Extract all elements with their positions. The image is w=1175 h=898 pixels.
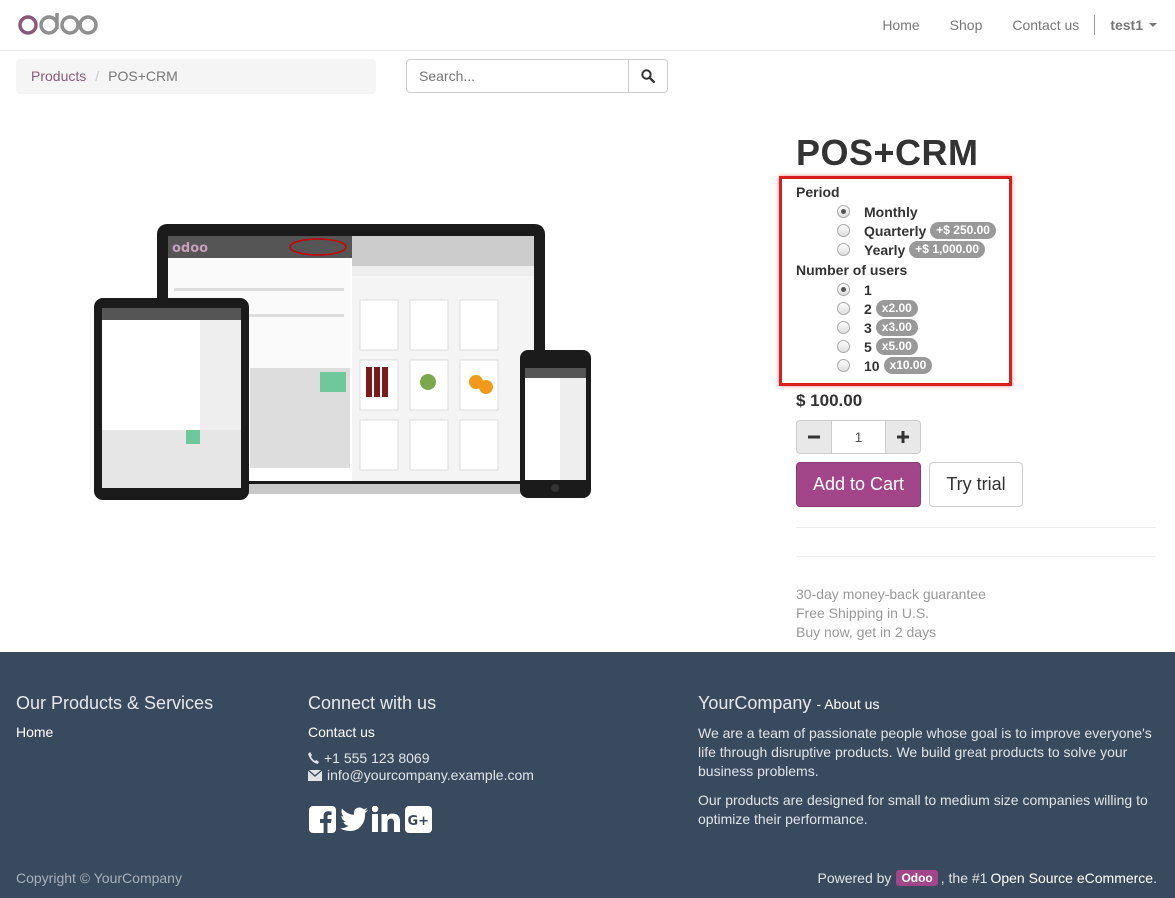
powered-prefix: Powered by xyxy=(817,870,892,886)
footer-connect-column: Connect with us Contact us +1 555 123 80… xyxy=(308,693,534,833)
product-image: odoo xyxy=(94,224,591,500)
users-option-5[interactable]: 5 x5.00 xyxy=(837,337,918,356)
quantity-stepper: 1 xyxy=(796,420,921,454)
nav-home[interactable]: Home xyxy=(882,17,919,33)
footer-phone: +1 555 123 8069 xyxy=(308,750,534,766)
period-option-label: Yearly xyxy=(864,241,906,258)
open-source-ecommerce-link[interactable]: Open Source eCommerce xyxy=(990,870,1153,886)
users-option-label: 1 xyxy=(864,281,872,298)
odoo-logo[interactable] xyxy=(18,10,98,40)
users-option-label: 10 xyxy=(864,357,880,374)
caret-down-icon xyxy=(1149,23,1157,27)
users-option-3[interactable]: 3 x3.00 xyxy=(837,318,918,337)
footer-products-title: Our Products & Services xyxy=(16,693,214,713)
product-price: $ 100.00 xyxy=(796,391,863,410)
radio-yearly[interactable] xyxy=(837,243,850,256)
facebook-icon[interactable] xyxy=(308,805,336,833)
guarantee-item: Free Shipping in U.S. xyxy=(796,605,930,621)
footer-products-column: Our Products & Services Home xyxy=(16,693,213,748)
multiplier-badge: x2.00 xyxy=(875,300,918,317)
user-name: test1 xyxy=(1110,17,1143,33)
footer-about-text: We are a team of passionate people whose… xyxy=(698,725,1152,779)
search-input[interactable] xyxy=(406,59,629,93)
footer-contact-link[interactable]: Contact us xyxy=(308,724,534,740)
footer-email-text: info@yourcompany.example.com xyxy=(327,767,534,783)
powered-suffix: . xyxy=(1153,870,1157,886)
user-menu[interactable]: test1 xyxy=(1110,17,1157,33)
nav-contact-us[interactable]: Contact us xyxy=(1012,17,1079,33)
users-option-2[interactable]: 2 x2.00 xyxy=(837,299,918,318)
divider xyxy=(796,556,1156,557)
product-title: POS+CRM xyxy=(796,132,979,173)
multiplier-badge: x5.00 xyxy=(875,338,918,355)
google-plus-icon[interactable]: G+ xyxy=(404,805,432,833)
multiplier-badge: x3.00 xyxy=(875,319,918,336)
svg-text:odoo: odoo xyxy=(172,241,208,256)
copyright: Copyright © YourCompany xyxy=(16,870,182,886)
multiplier-badge: x10.00 xyxy=(883,357,933,374)
plus-icon xyxy=(897,431,909,443)
footer-company-name: YourCompany xyxy=(698,693,812,713)
users-option-10[interactable]: 10 x10.00 xyxy=(837,356,933,375)
odoo-badge[interactable]: Odoo xyxy=(896,870,938,886)
breadcrumb-products-link[interactable]: Products xyxy=(31,68,86,85)
social-links: G+ xyxy=(308,805,534,833)
footer-company-column: YourCompany - About us We are a team of … xyxy=(698,693,1160,829)
quantity-increase-button[interactable] xyxy=(885,420,921,454)
radio-users-2[interactable] xyxy=(837,302,850,315)
breadcrumb-separator: / xyxy=(95,68,100,84)
footer: Our Products & Services Home Connect wit… xyxy=(0,652,1175,898)
guarantee-item: Buy now, get in 2 days xyxy=(796,624,937,640)
divider xyxy=(796,527,1156,528)
period-label: Period xyxy=(796,184,840,200)
users-option-1[interactable]: 1 xyxy=(837,280,872,299)
breadcrumb: Products / POS+CRM xyxy=(16,59,376,94)
footer-company-title: YourCompany - About us xyxy=(698,693,880,713)
powered-middle: , the #1 xyxy=(940,870,988,886)
users-label: Number of users xyxy=(796,262,908,278)
radio-users-5[interactable] xyxy=(837,340,850,353)
guarantee-list: 30-day money-back guarantee Free Shippin… xyxy=(796,585,986,642)
search-icon xyxy=(641,69,655,83)
period-option-yearly[interactable]: Yearly +$ 1,000.00 xyxy=(837,240,985,259)
period-option-quarterly[interactable]: Quarterly +$ 250.00 xyxy=(837,221,996,240)
price-extra-badge: +$ 1,000.00 xyxy=(909,241,985,258)
minus-icon xyxy=(808,435,820,439)
search-form xyxy=(406,59,668,93)
users-option-label: 3 xyxy=(864,319,872,336)
quantity-decrease-button[interactable] xyxy=(796,420,832,454)
phone-icon xyxy=(308,752,319,764)
envelope-icon xyxy=(308,769,322,781)
footer-about-text-2: Our products are designed for small to m… xyxy=(698,792,1148,827)
radio-monthly[interactable] xyxy=(837,205,850,218)
period-option-label: Quarterly xyxy=(864,222,927,239)
radio-users-3[interactable] xyxy=(837,321,850,334)
users-option-label: 2 xyxy=(864,300,872,317)
footer-about-link[interactable]: About us xyxy=(824,696,879,712)
quantity-input[interactable]: 1 xyxy=(832,420,885,454)
price-extra-badge: +$ 250.00 xyxy=(930,222,996,239)
footer-email: info@yourcompany.example.com xyxy=(308,767,534,783)
period-option-monthly[interactable]: Monthly xyxy=(837,202,918,221)
nav-shop[interactable]: Shop xyxy=(950,17,983,33)
svg-text:G+: G+ xyxy=(407,814,429,829)
search-button[interactable] xyxy=(629,59,668,93)
add-to-cart-button[interactable]: Add to Cart xyxy=(796,462,921,507)
radio-users-1[interactable] xyxy=(837,283,850,296)
radio-users-10[interactable] xyxy=(837,359,850,372)
footer-phone-text: +1 555 123 8069 xyxy=(324,750,430,766)
nav-divider xyxy=(1094,15,1096,35)
period-option-label: Monthly xyxy=(864,203,918,220)
try-trial-button[interactable]: Try trial xyxy=(929,462,1023,507)
breadcrumb-current: POS+CRM xyxy=(108,68,178,84)
linkedin-icon[interactable] xyxy=(372,805,400,833)
users-option-label: 5 xyxy=(864,338,872,355)
powered-by: Powered by Odoo , the #1 Open Source eCo… xyxy=(817,870,1157,886)
footer-home-link[interactable]: Home xyxy=(16,724,213,740)
navbar: Home Shop Contact us test1 xyxy=(0,0,1175,51)
footer-connect-title: Connect with us xyxy=(308,693,437,713)
guarantee-item: 30-day money-back guarantee xyxy=(796,586,986,602)
radio-quarterly[interactable] xyxy=(837,224,850,237)
twitter-icon[interactable] xyxy=(340,805,368,833)
